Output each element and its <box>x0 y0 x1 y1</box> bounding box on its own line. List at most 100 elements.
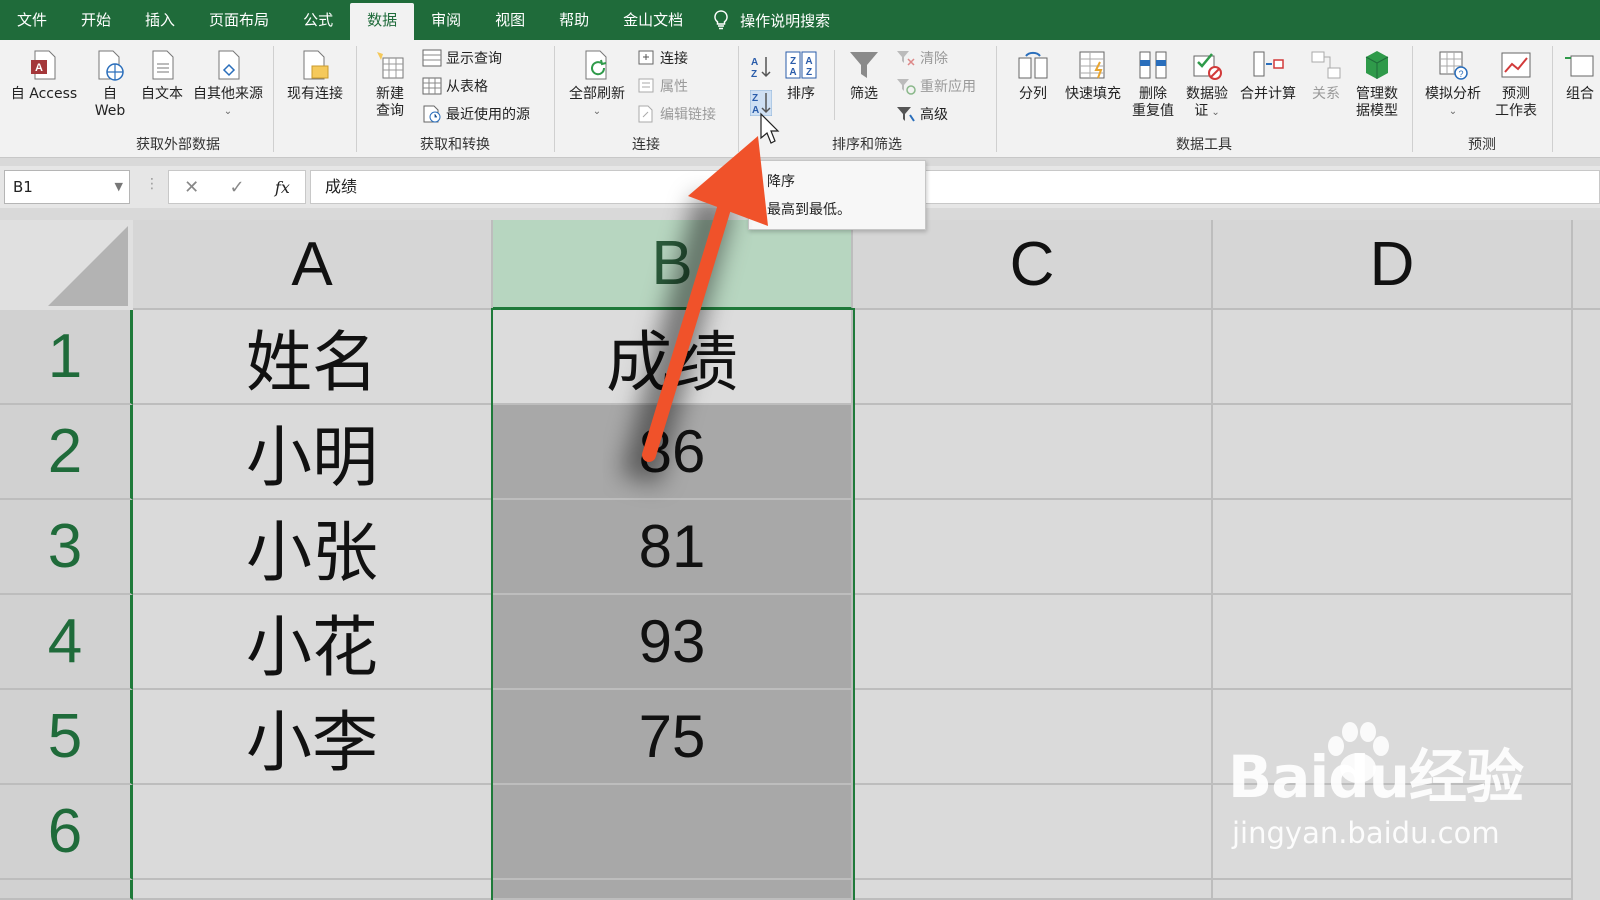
cell-d7[interactable] <box>1213 880 1573 900</box>
tab-home[interactable]: 开始 <box>64 0 128 40</box>
tab-formulas[interactable]: 公式 <box>286 0 350 40</box>
from-access-button[interactable]: A 自 Access <box>8 48 80 103</box>
cell-a1[interactable]: 姓名 <box>133 310 493 405</box>
cell-c6[interactable] <box>853 785 1213 880</box>
cell-b1[interactable]: 成绩 <box>493 310 853 405</box>
cell-c5[interactable] <box>853 690 1213 785</box>
cell-a7[interactable] <box>133 880 493 900</box>
tab-review[interactable]: 审阅 <box>414 0 478 40</box>
cell-a3[interactable]: 小张 <box>133 500 493 595</box>
filter-button[interactable]: 筛选 <box>842 48 886 103</box>
cell-b2[interactable]: 86 <box>493 405 853 500</box>
flash-fill-button[interactable]: 快速填充 <box>1060 48 1126 103</box>
cell-d4[interactable] <box>1213 595 1573 690</box>
from-text-button[interactable]: 自文本 <box>136 48 188 103</box>
reapply-filter-button[interactable]: 重新应用 <box>896 76 976 96</box>
data-model-label-2: 据模型 <box>1356 103 1398 119</box>
advanced-filter-button[interactable]: 高级 <box>896 104 948 124</box>
row-header-1[interactable]: 1 <box>0 310 133 405</box>
row-header-5[interactable]: 5 <box>0 690 133 785</box>
splitter-handle[interactable]: ⋮ <box>145 176 159 192</box>
name-box[interactable]: B1 ▼ <box>4 170 130 204</box>
cell-a2[interactable]: 小明 <box>133 405 493 500</box>
cell-c3[interactable] <box>853 500 1213 595</box>
cell-a6[interactable] <box>133 785 493 880</box>
column-header-a[interactable]: A <box>133 220 493 310</box>
column-header-b[interactable]: B <box>493 220 853 310</box>
sort-descending-button[interactable]: ZA <box>750 90 776 116</box>
cell-c4[interactable] <box>853 595 1213 690</box>
column-header-e[interactable] <box>1573 220 1600 310</box>
cell-d1[interactable] <box>1213 310 1573 405</box>
row-header-4[interactable]: 4 <box>0 595 133 690</box>
row-header-7[interactable] <box>0 880 133 900</box>
sort-label: 排序 <box>787 86 815 102</box>
tab-help[interactable]: 帮助 <box>542 0 606 40</box>
what-if-icon: ? <box>1439 51 1468 80</box>
cell-b4[interactable]: 93 <box>493 595 853 690</box>
chevron-down-icon[interactable]: ▼ <box>115 171 123 203</box>
row-header-2[interactable]: 2 <box>0 405 133 500</box>
cell-b7[interactable] <box>493 880 853 900</box>
text-to-columns-button[interactable]: 分列 <box>1010 48 1056 103</box>
tab-data[interactable]: 数据 <box>350 3 415 40</box>
tab-insert[interactable]: 插入 <box>128 0 192 40</box>
tab-kingsoft-docs[interactable]: 金山文档 <box>606 0 700 40</box>
enter-check-icon[interactable]: ✓ <box>230 177 245 198</box>
cell-c1[interactable] <box>853 310 1213 405</box>
insert-function-icon[interactable]: fx <box>275 178 290 197</box>
connections-button[interactable]: 连接 <box>636 48 688 68</box>
row-header-6[interactable]: 6 <box>0 785 133 880</box>
lightbulb-icon <box>714 10 728 30</box>
cell-b5[interactable]: 75 <box>493 690 853 785</box>
from-web-button[interactable]: 自 Web <box>84 48 136 120</box>
cell-a5[interactable]: 小李 <box>133 690 493 785</box>
data-validation-button[interactable]: 数据验 证 ⌄ <box>1180 48 1234 121</box>
sort-button[interactable]: ZAAZ 排序 <box>780 48 822 103</box>
recent-sources-button[interactable]: 最近使用的源 <box>422 104 530 124</box>
tab-page-layout[interactable]: 页面布局 <box>192 0 286 40</box>
tell-me-search[interactable]: 操作说明搜索 <box>700 0 830 40</box>
select-all-corner[interactable] <box>0 220 133 310</box>
edit-links-button[interactable]: 编辑链接 <box>636 104 716 124</box>
svg-text:Z: Z <box>751 69 757 80</box>
cell-c2[interactable] <box>853 405 1213 500</box>
consolidate-button[interactable]: 合并计算 <box>1236 48 1300 103</box>
what-if-analysis-button[interactable]: ? 模拟分析 ⌄ <box>1420 48 1486 120</box>
column-header-d[interactable]: D <box>1213 220 1573 310</box>
cell-a4[interactable]: 小花 <box>133 595 493 690</box>
formula-input[interactable]: 成绩 <box>310 170 1600 204</box>
refresh-all-button[interactable]: 全部刷新 ⌄ <box>560 48 634 120</box>
forecast-sheet-button[interactable]: 预测 工作表 <box>1488 48 1544 120</box>
existing-connections-button[interactable]: 现有连接 <box>280 48 350 103</box>
cell-b6[interactable] <box>493 785 853 880</box>
group-label-data-tools: 数据工具 <box>1176 137 1232 153</box>
ribbon: A 自 Access 自 Web 自文本 自其他来源 ⌄ 现有连接 获取外部数据… <box>0 40 1600 158</box>
show-queries-button[interactable]: 显示查询 <box>422 48 502 68</box>
tab-file[interactable]: 文件 <box>0 0 64 40</box>
funnel-icon <box>850 52 878 78</box>
manage-data-model-button[interactable]: 管理数 据模型 <box>1350 48 1404 120</box>
new-query-button[interactable]: 新建 查询 <box>362 48 418 120</box>
cell-d3[interactable] <box>1213 500 1573 595</box>
cell-b3[interactable]: 81 <box>493 500 853 595</box>
clear-filter-label: 清除 <box>920 51 948 67</box>
svg-text:Z: Z <box>752 93 758 104</box>
sort-ascending-button[interactable]: AZ <box>750 54 776 80</box>
column-header-c[interactable]: C <box>853 220 1213 310</box>
formula-actions: ✕ ✓ fx <box>168 170 306 204</box>
cell-d2[interactable] <box>1213 405 1573 500</box>
clear-filter-button[interactable]: 清除 <box>896 48 948 68</box>
properties-button[interactable]: 属性 <box>636 76 688 96</box>
cell-c7[interactable] <box>853 880 1213 900</box>
from-other-sources-button[interactable]: 自其他来源 ⌄ <box>188 48 268 120</box>
remove-duplicates-button[interactable]: 删除 重复值 <box>1128 48 1178 120</box>
connections-label: 连接 <box>660 51 688 67</box>
group-button[interactable]: 组合 <box>1560 48 1600 103</box>
cancel-icon[interactable]: ✕ <box>184 177 199 198</box>
tooltip-title: 降序 <box>767 174 795 190</box>
tab-view[interactable]: 视图 <box>478 0 542 40</box>
row-header-3[interactable]: 3 <box>0 500 133 595</box>
from-table-button[interactable]: 从表格 <box>422 76 488 96</box>
relationships-button[interactable]: 关系 <box>1304 48 1348 103</box>
